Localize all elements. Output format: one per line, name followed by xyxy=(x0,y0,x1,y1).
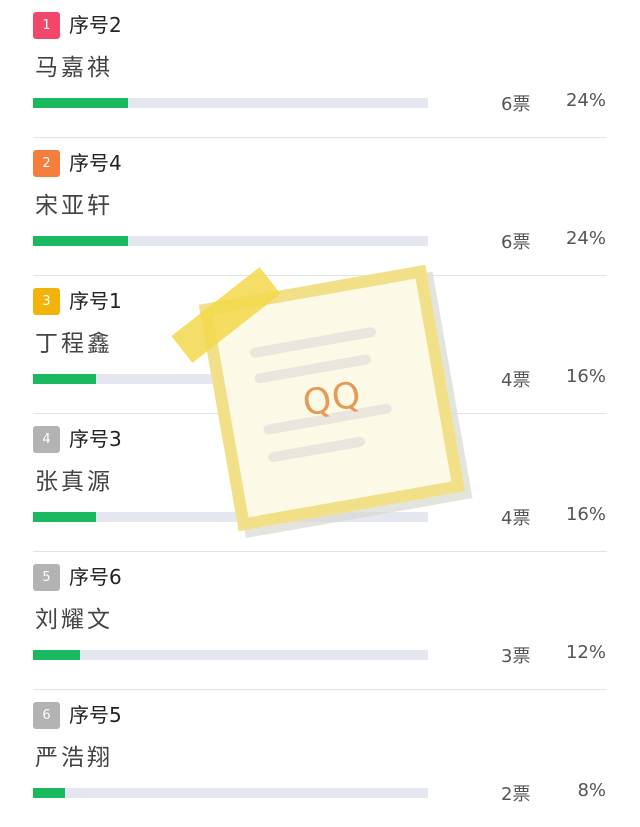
vote-count: 3票 xyxy=(501,646,531,667)
progress-fill xyxy=(33,374,97,384)
sequence-label: 序号5 xyxy=(69,703,122,727)
progress-fill xyxy=(33,788,65,798)
candidate-name: 丁程鑫 xyxy=(35,331,113,357)
progress-fill xyxy=(33,650,81,660)
sequence-label: 序号6 xyxy=(69,565,122,589)
vote-percent: 24% xyxy=(565,90,606,111)
list-item[interactable]: 2 序号4 宋亚轩 6票 24% xyxy=(33,138,607,276)
vote-count: 4票 xyxy=(501,370,531,391)
candidate-name: 严浩翔 xyxy=(35,745,113,771)
list-item[interactable]: 6 序号5 严浩翔 2票 8% xyxy=(33,690,607,827)
progress-track xyxy=(33,788,428,798)
note-line xyxy=(249,326,377,359)
vote-count: 4票 xyxy=(501,508,531,529)
sequence-label: 序号1 xyxy=(69,289,122,313)
vote-percent: 8% xyxy=(577,780,606,801)
candidate-name: 宋亚轩 xyxy=(35,193,113,219)
candidate-name: 刘耀文 xyxy=(35,607,113,633)
progress-track xyxy=(33,98,428,108)
progress-track xyxy=(33,236,428,246)
progress-track xyxy=(33,650,428,660)
progress-fill xyxy=(33,98,128,108)
list-item[interactable]: 5 序号6 刘耀文 3票 12% xyxy=(33,552,607,690)
vote-percent: 24% xyxy=(565,228,606,249)
rank-badge: 2 xyxy=(33,150,60,177)
vote-percent: 16% xyxy=(565,366,606,387)
candidate-name: 马嘉祺 xyxy=(35,55,113,81)
rank-badge: 5 xyxy=(33,564,60,591)
vote-percent: 16% xyxy=(565,504,606,525)
rank-badge: 6 xyxy=(33,702,60,729)
candidate-name: 张真源 xyxy=(35,469,113,495)
sequence-label: 序号2 xyxy=(69,13,122,37)
vote-count: 6票 xyxy=(501,232,531,253)
rank-badge: 3 xyxy=(33,288,60,315)
progress-fill xyxy=(33,236,128,246)
sequence-label: 序号4 xyxy=(69,151,122,175)
vote-count: 6票 xyxy=(501,94,531,115)
rank-badge: 4 xyxy=(33,426,60,453)
rank-badge: 1 xyxy=(33,12,60,39)
sequence-label: 序号3 xyxy=(69,427,122,451)
note-line xyxy=(267,436,366,463)
progress-fill xyxy=(33,512,97,522)
vote-percent: 12% xyxy=(565,642,606,663)
list-item[interactable]: 1 序号2 马嘉祺 6票 24% xyxy=(33,0,607,138)
vote-count: 2票 xyxy=(501,784,531,805)
